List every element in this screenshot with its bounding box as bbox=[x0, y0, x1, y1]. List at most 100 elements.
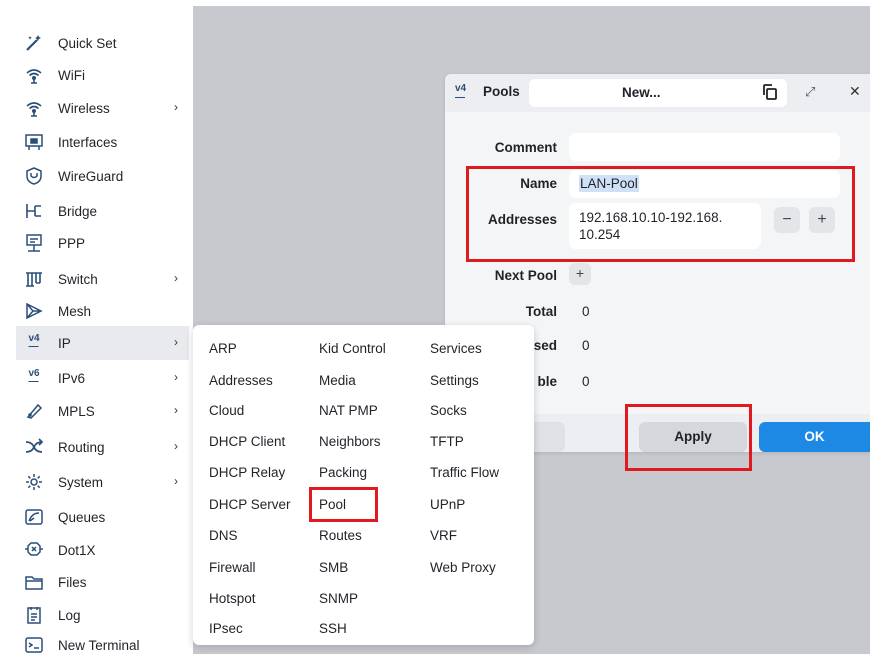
close-icon[interactable]: ✕ bbox=[849, 83, 861, 100]
menu-item-hotspot[interactable]: Hotspot bbox=[209, 591, 256, 606]
sidebar-item-files[interactable]: Files bbox=[24, 565, 189, 599]
chevron-right-icon: › bbox=[174, 335, 178, 349]
menu-item-upnp[interactable]: UPnP bbox=[430, 497, 465, 512]
sidebar-item-ip[interactable]: v4— IP › bbox=[16, 326, 189, 360]
menu-item-ssh[interactable]: SSH bbox=[319, 621, 347, 636]
menu-item-snmp[interactable]: SNMP bbox=[319, 591, 358, 606]
menu-item-neighbors[interactable]: Neighbors bbox=[319, 434, 381, 449]
sidebar-item-label: MPLS bbox=[58, 403, 95, 419]
menu-item-pool[interactable]: Pool bbox=[319, 497, 346, 512]
sidebar-item-switch[interactable]: Switch › bbox=[24, 262, 189, 296]
ok-button[interactable]: OK bbox=[759, 422, 870, 452]
sidebar-item-wireless[interactable]: Wireless › bbox=[24, 91, 189, 125]
menu-item-services[interactable]: Services bbox=[430, 341, 482, 356]
ipv4-icon: v4— bbox=[455, 83, 467, 103]
menu-item-dhcp-relay[interactable]: DHCP Relay bbox=[209, 465, 285, 480]
menu-item-ipsec[interactable]: IPsec bbox=[209, 621, 243, 636]
log-icon bbox=[24, 605, 44, 625]
ipv6-icon: v6— bbox=[28, 368, 40, 387]
used-value: 0 bbox=[582, 338, 590, 353]
wireguard-icon bbox=[24, 166, 44, 186]
comment-label: Comment bbox=[494, 140, 557, 155]
copy-icon[interactable] bbox=[761, 83, 779, 101]
sidebar-item-label: Files bbox=[58, 574, 87, 590]
menu-item-dns[interactable]: DNS bbox=[209, 528, 238, 543]
switch-icon bbox=[24, 269, 44, 289]
sidebar-item-mpls[interactable]: MPLS › bbox=[24, 394, 189, 428]
bridge-icon bbox=[24, 201, 44, 221]
expand-icon[interactable]: ⤢ bbox=[805, 84, 815, 100]
sidebar-item-label: Mesh bbox=[58, 303, 92, 319]
sidebar-item-label: Switch bbox=[58, 271, 98, 287]
dialog-title: Pools bbox=[483, 84, 520, 99]
remove-address-button[interactable]: − bbox=[774, 207, 800, 233]
sidebar-item-label: Dot1X bbox=[58, 542, 96, 558]
sidebar-item-wifi[interactable]: WiFi bbox=[24, 58, 189, 92]
chevron-right-icon: › bbox=[174, 271, 178, 285]
chevron-right-icon: › bbox=[174, 439, 178, 453]
menu-item-addresses[interactable]: Addresses bbox=[209, 373, 273, 388]
sidebar-item-label: IP bbox=[58, 335, 71, 351]
next-pool-label: Next Pool bbox=[494, 268, 557, 283]
menu-item-cloud[interactable]: Cloud bbox=[209, 403, 244, 418]
sidebar-item-quick-set[interactable]: Quick Set bbox=[24, 26, 189, 60]
sidebar-item-label: Log bbox=[58, 607, 81, 623]
sidebar-item-new-terminal[interactable]: New Terminal bbox=[24, 628, 189, 662]
sidebar-item-label: System bbox=[58, 474, 104, 490]
menu-item-socks[interactable]: Socks bbox=[430, 403, 467, 418]
name-field[interactable]: LAN-Pool bbox=[569, 170, 840, 198]
sidebar-item-wireguard[interactable]: WireGuard bbox=[24, 159, 189, 193]
menu-item-media[interactable]: Media bbox=[319, 373, 356, 388]
menu-item-web-proxy[interactable]: Web Proxy bbox=[430, 560, 496, 575]
tab-new[interactable]: New... bbox=[529, 79, 787, 107]
menu-item-dhcp-client[interactable]: DHCP Client bbox=[209, 434, 285, 449]
menu-item-dhcp-server[interactable]: DHCP Server bbox=[209, 497, 291, 512]
wireless-icon bbox=[24, 98, 44, 118]
sidebar-item-bridge[interactable]: Bridge bbox=[24, 194, 189, 228]
sidebar-item-log[interactable]: Log bbox=[24, 598, 189, 632]
sidebar-item-label: WiFi bbox=[58, 67, 85, 83]
sidebar-item-dot1x[interactable]: Dot1X bbox=[24, 533, 189, 567]
menu-item-kid-control[interactable]: Kid Control bbox=[319, 341, 386, 356]
menu-item-traffic-flow[interactable]: Traffic Flow bbox=[430, 465, 499, 480]
mesh-icon bbox=[24, 301, 44, 321]
sidebar-item-interfaces[interactable]: Interfaces bbox=[24, 125, 189, 159]
sidebar-item-label: WireGuard bbox=[58, 168, 124, 184]
wifi-icon bbox=[24, 65, 44, 85]
menu-item-firewall[interactable]: Firewall bbox=[209, 560, 256, 575]
menu-item-settings[interactable]: Settings bbox=[430, 373, 479, 388]
magic-wand-icon bbox=[24, 33, 44, 53]
menu-item-smb[interactable]: SMB bbox=[319, 560, 348, 575]
chevron-right-icon: › bbox=[174, 370, 178, 384]
sidebar-item-ppp[interactable]: PPP bbox=[24, 226, 189, 260]
mpls-icon bbox=[24, 401, 44, 421]
add-address-button[interactable]: + bbox=[809, 207, 835, 233]
queues-icon bbox=[24, 507, 44, 527]
system-gear-icon bbox=[24, 472, 44, 492]
chevron-right-icon: › bbox=[174, 403, 178, 417]
sidebar-item-queues[interactable]: Queues bbox=[24, 500, 189, 534]
addresses-value-line2: 10.254 bbox=[579, 227, 621, 242]
menu-item-nat-pmp[interactable]: NAT PMP bbox=[319, 403, 378, 418]
ppp-icon bbox=[24, 233, 44, 253]
addresses-label: Addresses bbox=[487, 212, 557, 227]
name-value: LAN-Pool bbox=[579, 175, 639, 192]
sidebar-item-mesh[interactable]: Mesh bbox=[24, 294, 189, 328]
folder-icon bbox=[24, 572, 44, 592]
addresses-value-line1: 192.168.10.10-192.168. bbox=[579, 210, 723, 225]
menu-item-packing[interactable]: Packing bbox=[319, 465, 367, 480]
menu-item-arp[interactable]: ARP bbox=[209, 341, 237, 356]
sidebar-item-system[interactable]: System › bbox=[24, 465, 189, 499]
dialog-header: v4— Pools New... ⤢ ✕ bbox=[445, 74, 870, 112]
comment-field[interactable] bbox=[569, 133, 840, 161]
chevron-right-icon: › bbox=[174, 100, 178, 114]
available-value: 0 bbox=[582, 374, 590, 389]
add-next-pool-button[interactable]: + bbox=[569, 263, 591, 285]
sidebar-item-ipv6[interactable]: v6— IPv6 › bbox=[24, 361, 189, 395]
menu-item-vrf[interactable]: VRF bbox=[430, 528, 457, 543]
apply-button[interactable]: Apply bbox=[639, 422, 747, 452]
sidebar-item-routing[interactable]: Routing › bbox=[24, 430, 189, 464]
addresses-field[interactable]: 192.168.10.10-192.168. 10.254 bbox=[569, 203, 761, 249]
menu-item-tftp[interactable]: TFTP bbox=[430, 434, 464, 449]
menu-item-routes[interactable]: Routes bbox=[319, 528, 362, 543]
